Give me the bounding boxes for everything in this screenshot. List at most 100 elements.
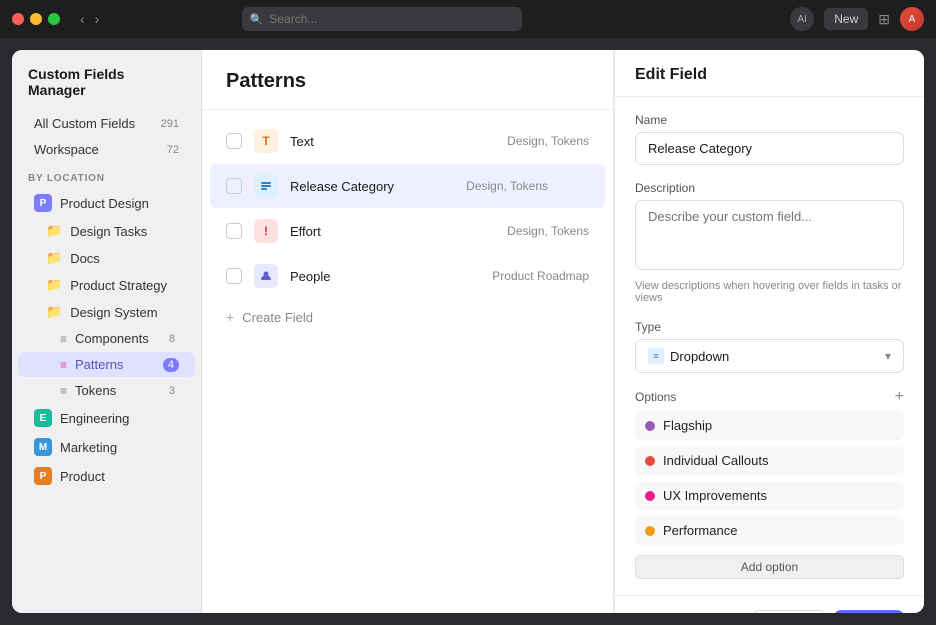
product-design-badge: P [34, 194, 52, 212]
add-option-plus-icon[interactable]: + [895, 389, 904, 405]
forward-button[interactable]: › [91, 9, 104, 29]
plus-icon: + [226, 309, 234, 325]
options-section: Options + Flagship Individual Callouts [635, 389, 904, 579]
dropdown-type-icon: ≡ [648, 348, 664, 364]
field-row-release-category[interactable]: Release Category Design, Tokens ··· [210, 164, 605, 208]
product-label: Product [60, 469, 105, 484]
name-input[interactable] [635, 132, 904, 165]
effort-field-name: Effort [290, 224, 495, 239]
description-textarea[interactable] [635, 200, 904, 270]
field-row-text[interactable]: T Text Design, Tokens [210, 119, 605, 163]
product-strategy-folder-icon: 📁 [46, 277, 62, 293]
traffic-lights [12, 13, 60, 25]
sidebar-title: Custom Fields Manager [12, 66, 201, 110]
avatar: A [900, 7, 924, 31]
description-label: Description [635, 181, 904, 195]
close-button[interactable] [12, 13, 24, 25]
description-hint: View descriptions when hovering over fie… [635, 280, 904, 304]
sidebar-item-docs[interactable]: 📁 Docs [18, 245, 195, 271]
field-checkbox-text[interactable] [226, 133, 242, 149]
engineering-label: Engineering [60, 411, 129, 426]
type-label: Type [635, 320, 904, 334]
add-option-button[interactable]: Add option [635, 555, 904, 579]
engineering-badge: E [34, 409, 52, 427]
app-window: Custom Fields Manager All Custom Fields … [12, 50, 924, 613]
marketing-label: Marketing [60, 440, 117, 455]
edit-panel: Edit Field Name Description View descrip… [614, 50, 924, 613]
grid-icon[interactable]: ⊞ [878, 11, 890, 28]
marketing-badge: M [34, 438, 52, 456]
search-input[interactable] [269, 12, 513, 26]
panel-title: Patterns [226, 70, 589, 93]
create-field-row[interactable]: + Create Field [210, 299, 605, 335]
name-label: Name [635, 113, 904, 127]
sidebar-item-product-strategy[interactable]: 📁 Product Strategy [18, 272, 195, 298]
option-item-flagship[interactable]: Flagship [635, 411, 904, 440]
sidebar-item-product[interactable]: P Product [18, 462, 195, 490]
create-field-label: Create Field [242, 310, 313, 325]
main-content: Custom Fields Manager All Custom Fields … [0, 38, 936, 625]
new-button[interactable]: New [824, 8, 868, 30]
text-field-name: Text [290, 134, 495, 149]
field-checkbox-effort[interactable] [226, 223, 242, 239]
sidebar-item-components[interactable]: ≡ Components 8 [18, 326, 195, 351]
cancel-button[interactable]: Cancel [752, 610, 826, 613]
tokens-label: Tokens [75, 383, 116, 398]
center-panel: Patterns T Text Design, Tokens [202, 50, 614, 613]
maximize-button[interactable] [48, 13, 60, 25]
performance-label: Performance [663, 523, 737, 538]
product-strategy-label: Product Strategy [70, 278, 167, 293]
type-select-inner: ≡ Dropdown [648, 348, 729, 364]
release-field-tags: Design, Tokens [466, 179, 548, 193]
list-icon: ≡ [60, 332, 67, 346]
sidebar-item-design-tasks[interactable]: 📁 Design Tasks [18, 218, 195, 244]
ux-improvements-dot [645, 491, 655, 501]
people-field-icon [254, 264, 278, 288]
sidebar-item-patterns[interactable]: ≡ Patterns 4 [18, 352, 195, 377]
people-field-tags: Product Roadmap [492, 269, 589, 283]
field-row-effort[interactable]: ! Effort Design, Tokens [210, 209, 605, 253]
panel-header: Patterns [202, 50, 613, 110]
folder-icon: 📁 [46, 223, 62, 239]
field-checkbox-people[interactable] [226, 268, 242, 284]
description-field-group: Description View descriptions when hover… [635, 181, 904, 304]
performance-dot [645, 526, 655, 536]
people-field-name: People [290, 269, 480, 284]
option-item-performance[interactable]: Performance [635, 516, 904, 545]
workspace-count: 72 [167, 144, 179, 156]
patterns-list-icon: ≡ [60, 358, 67, 372]
field-checkbox-release[interactable] [226, 178, 242, 194]
ai-badge[interactable]: AI [790, 7, 814, 31]
sidebar-item-engineering[interactable]: E Engineering [18, 404, 195, 432]
option-item-individual-callouts[interactable]: Individual Callouts [635, 446, 904, 475]
sidebar-item-tokens[interactable]: ≡ Tokens 3 [18, 378, 195, 403]
chevron-down-icon: ▾ [885, 349, 891, 363]
design-system-label: Design System [70, 305, 157, 320]
docs-folder-icon: 📁 [46, 250, 62, 266]
search-bar[interactable]: 🔍 [242, 7, 522, 31]
sidebar-item-all-custom-fields[interactable]: All Custom Fields 291 [18, 111, 195, 136]
patterns-label: Patterns [75, 357, 123, 372]
effort-field-tags: Design, Tokens [507, 224, 589, 238]
sidebar-item-marketing[interactable]: M Marketing [18, 433, 195, 461]
edit-panel-footer: Cancel Save [615, 595, 924, 613]
design-system-folder-icon: 📁 [46, 304, 62, 320]
back-button[interactable]: ‹ [76, 9, 89, 29]
type-select[interactable]: ≡ Dropdown ▾ [635, 339, 904, 373]
type-value: Dropdown [670, 349, 729, 364]
sidebar-item-design-system[interactable]: 📁 Design System [18, 299, 195, 325]
app-inner: Custom Fields Manager All Custom Fields … [12, 50, 924, 613]
product-design-label: Product Design [60, 196, 149, 211]
titlebar-right: AI New ⊞ A [790, 7, 924, 31]
workspace-label: Workspace [34, 142, 99, 157]
edit-panel-body: Name Description View descriptions when … [615, 97, 924, 595]
sidebar-item-workspace[interactable]: Workspace 72 [18, 137, 195, 162]
minimize-button[interactable] [30, 13, 42, 25]
sidebar-item-product-design[interactable]: P Product Design [18, 189, 195, 217]
product-badge: P [34, 467, 52, 485]
option-item-ux-improvements[interactable]: UX Improvements [635, 481, 904, 510]
save-button[interactable]: Save [834, 610, 904, 613]
all-custom-fields-count: 291 [161, 118, 179, 130]
field-row-people[interactable]: People Product Roadmap [210, 254, 605, 298]
release-field-icon [254, 174, 278, 198]
